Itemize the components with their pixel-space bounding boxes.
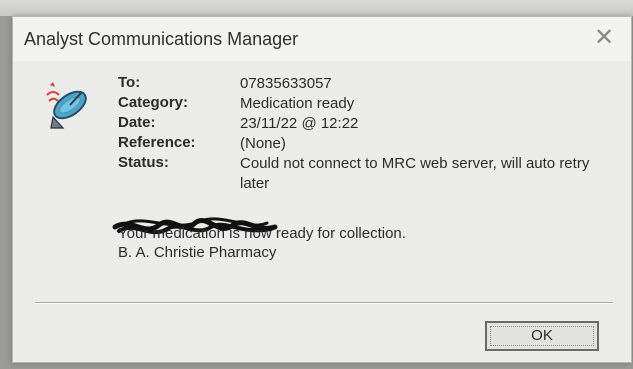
window-title: Analyst Communications Manager xyxy=(24,29,299,49)
message-line-2: B. A. Christie Pharmacy xyxy=(118,244,277,261)
to-value: 07835633057 xyxy=(240,75,332,92)
message-body: Your medication is now ready for collect… xyxy=(118,224,406,262)
date-value: 23/11/22 @ 12:22 xyxy=(240,115,359,132)
close-icon[interactable]: ✕ xyxy=(591,25,617,51)
date-label: Date: xyxy=(118,114,156,131)
title-bar: Analyst Communications Manager ✕ xyxy=(13,17,631,61)
status-label: Status: xyxy=(118,154,169,171)
status-value: Could not connect to MRC web server, wil… xyxy=(240,155,590,192)
satellite-dish-icon xyxy=(46,82,87,129)
category-label: Category: xyxy=(118,94,189,111)
reference-label: Reference: xyxy=(118,134,196,151)
message-dialog: Analyst Communications Manager ✕ To: 078… xyxy=(12,16,632,363)
focus-ring xyxy=(490,326,594,346)
message-line-1: Your medication is now ready for collect… xyxy=(118,225,406,242)
separator xyxy=(35,302,613,304)
reference-value: (None) xyxy=(240,135,286,152)
to-label: To: xyxy=(118,74,141,91)
category-value: Medication ready xyxy=(240,95,355,112)
ok-button[interactable]: OK xyxy=(485,321,599,351)
photo-background-top xyxy=(0,0,633,16)
